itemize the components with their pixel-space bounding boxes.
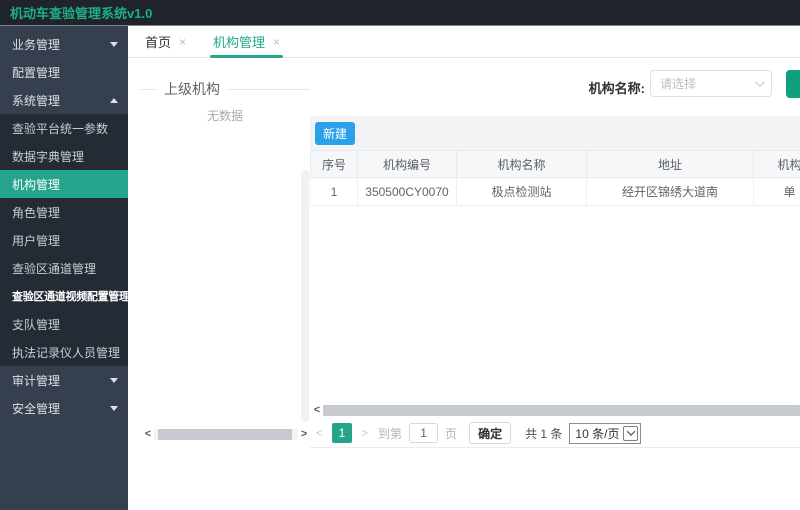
scrollbar-track[interactable] bbox=[323, 405, 800, 416]
tree-empty-text: 无数据 bbox=[206, 109, 243, 123]
page-1-button[interactable]: 1 bbox=[332, 423, 353, 443]
tab-home[interactable]: 首页 × bbox=[145, 26, 186, 57]
parent-org-title: 上级机构 bbox=[164, 81, 220, 97]
sidebar-item-label: 查验平台统一参数 bbox=[12, 121, 109, 136]
pagination: < 1 > 到第 页 确定 共 1 条 10 条/页 bbox=[311, 420, 642, 446]
search-button[interactable] bbox=[786, 70, 800, 98]
org-name-select[interactable]: 请选择 bbox=[650, 70, 772, 97]
sidebar-item-label: 业务管理 bbox=[12, 37, 61, 52]
sidebar-item-label: 用户管理 bbox=[12, 233, 61, 248]
scroll-left-icon[interactable]: < bbox=[142, 428, 154, 441]
column-header-org-code: 机构编号 bbox=[358, 151, 457, 177]
close-icon[interactable]: × bbox=[273, 35, 280, 49]
tree-vertical-scrollbar[interactable] bbox=[301, 170, 309, 422]
sidebar-item-system-mgmt[interactable]: 系统管理 bbox=[0, 86, 128, 114]
cell-org-code: 350500CY0070 bbox=[358, 178, 457, 205]
total-count-label: 共 1 条 bbox=[525, 426, 563, 441]
confirm-button[interactable]: 确定 bbox=[469, 422, 512, 444]
table-horizontal-scrollbar: < bbox=[311, 404, 800, 417]
table-header-row: 序号 机构编号 机构名称 地址 机构 bbox=[310, 150, 800, 178]
page-size-label: 10 条/页 bbox=[575, 426, 620, 441]
sidebar-item-detachment-mgmt[interactable]: 支队管理 bbox=[0, 310, 128, 338]
scroll-left-icon[interactable]: < bbox=[311, 404, 323, 417]
new-button[interactable]: 新建 bbox=[315, 122, 356, 145]
sidebar-item-platform-params[interactable]: 查验平台统一参数 bbox=[0, 114, 128, 142]
sidebar-item-label: 机构管理 bbox=[12, 177, 61, 192]
sidebar-item-audit-mgmt[interactable]: 审计管理 bbox=[0, 366, 128, 394]
sidebar-item-business-mgmt[interactable]: 业务管理 bbox=[0, 30, 128, 58]
tree-horizontal-scrollbar: < > bbox=[142, 428, 310, 441]
sidebar-item-label: 查验区通道视频配置管理 bbox=[12, 291, 128, 303]
tab-bar: 首页 × 机构管理 × bbox=[128, 26, 800, 58]
cell-address: 经开区锦绣大道南 bbox=[587, 178, 754, 205]
sidebar-item-label: 查验区通道管理 bbox=[12, 261, 97, 276]
sidebar-item-user-mgmt[interactable]: 用户管理 bbox=[0, 226, 128, 254]
chevron-down-icon bbox=[110, 41, 118, 47]
dropdown-icon bbox=[623, 425, 639, 441]
close-icon[interactable]: × bbox=[179, 35, 186, 49]
table-toolbar: 新建 bbox=[310, 116, 800, 150]
next-page-button[interactable]: > bbox=[356, 426, 373, 440]
sidebar-item-security-mgmt[interactable]: 安全管理 bbox=[0, 394, 128, 422]
sidebar-item-inspection-channel-mgmt[interactable]: 查验区通道管理 bbox=[0, 254, 128, 282]
tab-label: 首页 bbox=[145, 35, 172, 50]
chevron-down-icon bbox=[110, 377, 118, 383]
sidebar-item-label: 执法记录仪人员管理 bbox=[12, 345, 121, 360]
prev-page-button[interactable]: < bbox=[311, 426, 328, 440]
sidebar-item-body-camera-personnel-mgmt[interactable]: 执法记录仪人员管理 bbox=[0, 338, 128, 366]
sidebar: 业务管理 配置管理 系统管理 查验平台统一参数 数据字典管理 机构管理 角色管理… bbox=[0, 26, 128, 510]
sidebar-item-role-mgmt[interactable]: 角色管理 bbox=[0, 198, 128, 226]
sidebar-item-label: 数据字典管理 bbox=[12, 149, 85, 164]
sidebar-item-channel-video-config-mgmt[interactable]: 查验区通道视频配置管理 bbox=[0, 282, 128, 310]
column-header-seq: 序号 bbox=[311, 151, 358, 177]
sidebar-item-config-mgmt[interactable]: 配置管理 bbox=[0, 58, 128, 86]
chevron-down-icon bbox=[110, 405, 118, 411]
card-bottom-divider bbox=[310, 447, 800, 448]
sidebar-item-label: 支队管理 bbox=[12, 317, 61, 332]
sidebar-item-label: 角色管理 bbox=[12, 205, 61, 220]
app-title: 机动车查验管理系统v1.0 bbox=[10, 6, 153, 21]
cell-org-name: 极点检测站 bbox=[457, 178, 587, 205]
scrollbar-track[interactable] bbox=[154, 429, 298, 440]
sidebar-item-org-mgmt[interactable]: 机构管理 bbox=[0, 170, 128, 198]
chevron-up-icon bbox=[110, 97, 118, 103]
cell-seq: 1 bbox=[311, 178, 358, 205]
parent-org-section-header: 上级机构 bbox=[140, 81, 310, 97]
goto-suffix-label: 页 bbox=[445, 426, 458, 441]
org-name-label: 机构名称: bbox=[588, 81, 645, 96]
tab-label: 机构管理 bbox=[213, 35, 266, 50]
system-mgmt-submenu: 查验平台统一参数 数据字典管理 机构管理 角色管理 用户管理 查验区通道管理 查… bbox=[0, 114, 128, 366]
active-tab-underline bbox=[210, 55, 284, 58]
scroll-right-icon[interactable]: > bbox=[298, 428, 310, 441]
sidebar-item-label: 安全管理 bbox=[12, 401, 61, 416]
scrollbar-thumb[interactable] bbox=[323, 405, 800, 416]
app-header: 机动车查验管理系统v1.0 bbox=[0, 0, 800, 26]
column-header-address: 地址 bbox=[587, 151, 754, 177]
tab-org-management[interactable]: 机构管理 × bbox=[210, 26, 284, 58]
select-placeholder: 请选择 bbox=[660, 77, 697, 91]
sidebar-item-data-dictionary[interactable]: 数据字典管理 bbox=[0, 142, 128, 170]
divider-line bbox=[140, 88, 157, 90]
sidebar-item-label: 审计管理 bbox=[12, 373, 61, 388]
sidebar-item-label: 系统管理 bbox=[12, 93, 61, 108]
sidebar-item-label: 配置管理 bbox=[12, 65, 61, 80]
page-size-select[interactable]: 10 条/页 bbox=[569, 422, 642, 444]
goto-prefix-label: 到第 bbox=[378, 426, 403, 441]
scrollbar-thumb[interactable] bbox=[158, 429, 292, 440]
column-header-org-type: 机构 bbox=[754, 151, 800, 177]
chevron-down-icon bbox=[754, 77, 765, 88]
table-row[interactable]: 1 350500CY0070 极点检测站 经开区锦绣大道南 单 bbox=[310, 178, 800, 206]
cell-org-type: 单 bbox=[754, 178, 800, 205]
goto-page-input[interactable] bbox=[409, 423, 439, 443]
column-header-org-name: 机构名称 bbox=[457, 151, 587, 177]
divider-line bbox=[227, 88, 310, 90]
